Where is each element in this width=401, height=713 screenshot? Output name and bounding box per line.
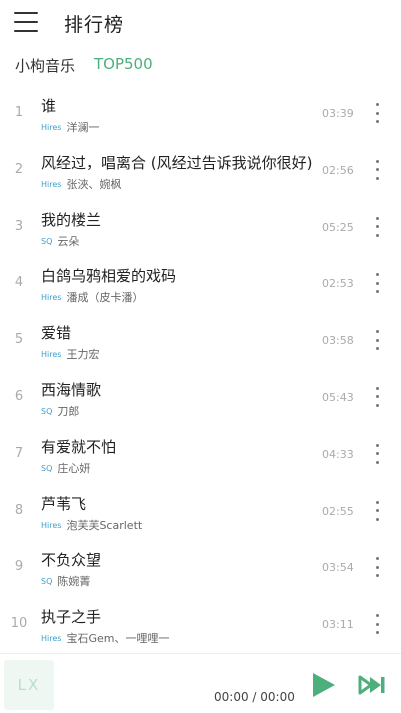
song-row[interactable]: 8 芦苇飞 Hires 泡芙芙Scarlett 02:55 <box>0 483 401 540</box>
song-row[interactable]: 10 执子之手 Hires 宝石Gem、一哩哩一 03:11 <box>0 596 401 653</box>
quality-badge: Hires <box>41 350 62 360</box>
quality-badge: SQ <box>41 236 53 246</box>
song-artist: 泡芙芙Scarlett <box>66 518 143 532</box>
more-options-icon[interactable] <box>370 443 384 464</box>
song-title: 西海情歌 <box>41 380 102 399</box>
song-artist: 庄心妍 <box>57 461 91 475</box>
song-meta: SQ 刀郎 <box>41 403 313 419</box>
song-title: 芦苇飞 <box>41 494 87 513</box>
song-meta: Hires 宝石Gem、一哩哩一 <box>41 630 313 646</box>
song-title: 我的楼兰 <box>41 210 102 229</box>
quality-badge: SQ <box>41 463 53 473</box>
song-row[interactable]: 3 我的楼兰 SQ 云朵 05:25 <box>0 199 401 256</box>
song-title: 风经过，唱离合 (风经过告诉我说你很好) <box>41 153 313 172</box>
song-rank: 5 <box>14 332 24 348</box>
song-rank: 7 <box>14 445 24 461</box>
song-row[interactable]: 5 爱错 Hires 王力宏 03:58 <box>0 312 401 369</box>
song-duration: 04:33 <box>322 447 354 461</box>
song-duration: 03:54 <box>322 561 354 575</box>
song-title: 爱错 <box>41 324 72 343</box>
song-rank: 6 <box>14 388 24 404</box>
song-artist: 王力宏 <box>66 348 100 362</box>
song-meta: Hires 王力宏 <box>41 346 313 362</box>
song-duration: 02:55 <box>322 504 354 518</box>
song-title: 不负众望 <box>41 551 102 570</box>
song-row[interactable]: 1 谁 Hires 洋澜一 03:39 <box>0 85 401 142</box>
quality-badge: Hires <box>41 293 62 303</box>
album-cover[interactable]: LX <box>4 660 54 710</box>
song-rank: 1 <box>14 105 24 120</box>
quality-badge: Hires <box>41 520 62 530</box>
more-options-icon[interactable] <box>370 557 384 578</box>
more-options-icon[interactable] <box>370 216 384 237</box>
song-row[interactable]: 4 白鸽乌鸦相爱的戏码 Hires 潘成（皮卡潘） 02:53 <box>0 255 401 312</box>
song-rank: 3 <box>14 218 24 234</box>
song-artist: 张浹、婉枫 <box>66 177 122 191</box>
song-rank: 8 <box>14 502 24 518</box>
song-meta: Hires 洋澜一 <box>41 119 313 135</box>
song-list: 1 谁 Hires 洋澜一 03:39 2 风经过，唱离合 (风经过告诉我说你很好) Hire… <box>0 85 401 653</box>
more-options-icon[interactable] <box>370 273 384 294</box>
song-row[interactable]: 9 不负众望 SQ 陈婉菁 03:54 <box>0 539 401 596</box>
more-options-icon[interactable] <box>370 386 384 407</box>
tab-top500[interactable]: TOP500 <box>94 55 153 73</box>
song-row[interactable]: 6 西海情歌 SQ 刀郎 05:43 <box>0 369 401 426</box>
more-options-icon[interactable] <box>370 103 384 123</box>
song-meta: SQ 庄心妍 <box>41 460 313 476</box>
song-artist: 云朵 <box>57 234 80 248</box>
song-rank: 10 <box>10 616 28 632</box>
more-options-icon[interactable] <box>370 330 384 351</box>
song-title: 谁 <box>41 97 57 115</box>
song-title: 执子之手 <box>41 608 102 627</box>
song-meta: Hires 潘成（皮卡潘） <box>41 289 313 305</box>
next-track-icon[interactable] <box>358 675 386 695</box>
more-options-icon[interactable] <box>370 500 384 521</box>
song-title: 有爱就不怕 <box>41 437 117 456</box>
play-icon[interactable] <box>310 672 336 698</box>
page-title: 排行榜 <box>64 14 125 36</box>
song-title: 白鸽乌鸦相爱的戏码 <box>41 267 177 286</box>
quality-badge: SQ <box>41 577 53 587</box>
song-artist: 陈婉菁 <box>57 575 91 589</box>
song-artist: 刀郎 <box>57 404 80 418</box>
song-duration: 05:25 <box>322 220 354 234</box>
song-artist: 洋澜一 <box>66 121 100 134</box>
cover-logo-text: LX <box>17 676 41 694</box>
song-artist: 潘成（皮卡潘） <box>66 291 144 305</box>
song-rank: 4 <box>14 275 24 291</box>
song-duration: 03:58 <box>322 334 354 348</box>
more-options-icon[interactable] <box>370 614 384 635</box>
song-rank: 9 <box>14 559 24 575</box>
source-selector[interactable]: 小枸音乐 <box>15 55 75 76</box>
header: 排行榜 <box>0 0 401 44</box>
song-row[interactable]: 7 有爱就不怕 SQ 庄心妍 04:33 <box>0 426 401 483</box>
song-meta: SQ 云朵 <box>41 233 313 249</box>
song-duration: 03:11 <box>322 618 354 632</box>
quality-badge: Hires <box>41 634 62 644</box>
play-time: 00:00 / 00:00 <box>214 690 295 704</box>
app-root: 排行榜 小枸音乐 TOP500 1 谁 Hires 洋澜一 03:39 2 风经过，唱离合 … <box>0 0 401 713</box>
song-duration: 05:43 <box>322 390 354 404</box>
player-bar: LX 00:00 / 00:00 <box>0 653 401 713</box>
menu-icon-line <box>14 30 38 32</box>
more-options-icon[interactable] <box>370 159 384 180</box>
song-meta: Hires 泡芙芙Scarlett <box>41 517 313 533</box>
song-artist: 宝石Gem、一哩哩一 <box>66 632 170 646</box>
song-rank: 2 <box>14 161 24 177</box>
song-duration: 03:39 <box>322 107 354 120</box>
song-meta: SQ 陈婉菁 <box>41 573 313 589</box>
song-row[interactable]: 2 风经过，唱离合 (风经过告诉我说你很好) Hires 张浹、婉枫 02:56 <box>0 142 401 199</box>
source-tabs: 小枸音乐 TOP500 <box>0 52 401 80</box>
song-duration: 02:56 <box>322 163 354 177</box>
quality-badge: SQ <box>41 406 53 416</box>
menu-icon[interactable] <box>14 12 38 32</box>
menu-icon-line <box>14 12 38 14</box>
song-meta: Hires 张浹、婉枫 <box>41 176 313 192</box>
quality-badge: Hires <box>41 123 62 132</box>
quality-badge: Hires <box>41 179 62 189</box>
menu-icon-line <box>14 21 38 23</box>
song-duration: 02:53 <box>322 277 354 291</box>
